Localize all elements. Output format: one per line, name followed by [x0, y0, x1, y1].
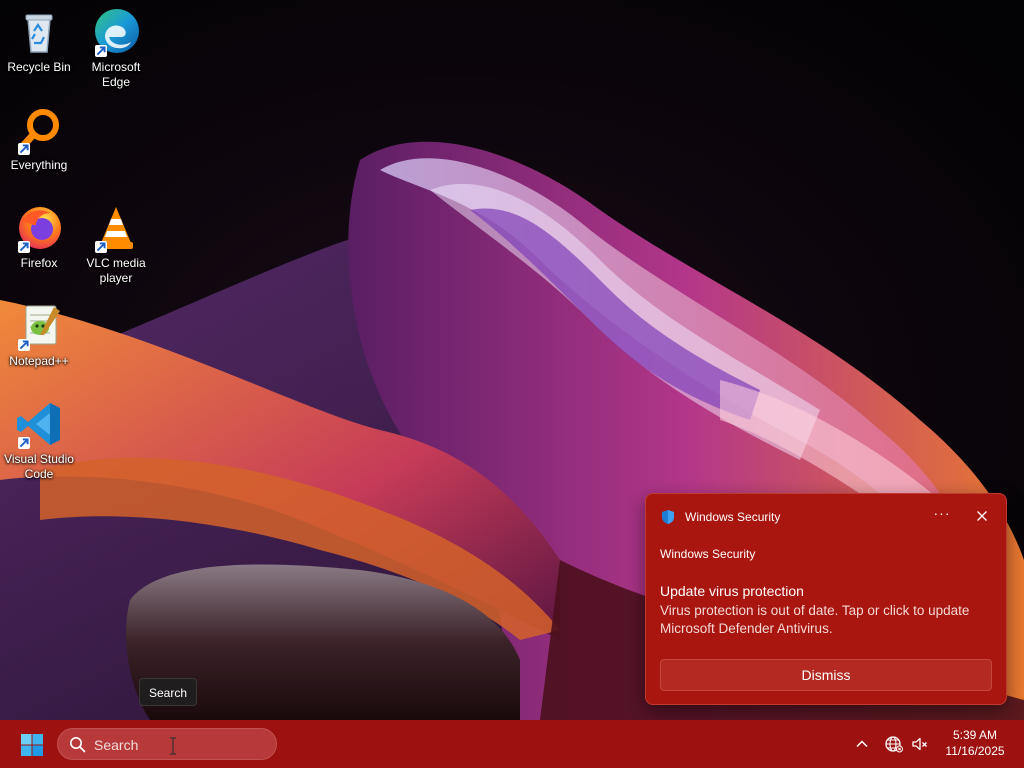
close-notification-button[interactable] — [972, 506, 992, 526]
desktop-icon-microsoft-edge[interactable]: Microsoft Edge — [77, 7, 155, 90]
everything-search-icon — [14, 105, 64, 155]
windows-logo-icon — [21, 734, 43, 756]
close-icon — [977, 511, 987, 521]
recycle-bin-icon — [14, 7, 64, 57]
desktop-icon-label: Notepad++ — [9, 354, 69, 368]
desktop-icon-notepadpp[interactable]: Notepad++ — [0, 301, 78, 369]
start-button[interactable] — [20, 733, 44, 757]
dismiss-button[interactable]: Dismiss — [660, 659, 992, 691]
desktop-icon-vscode[interactable]: Visual Studio Code — [0, 399, 78, 482]
desktop-icon-label: VLC media player — [86, 256, 146, 285]
shortcut-arrow-icon — [95, 45, 107, 57]
more-options-button[interactable]: ··· — [932, 506, 952, 524]
search-placeholder: Search — [94, 737, 139, 753]
clock-date: 11/16/2025 — [945, 744, 1005, 758]
vlc-icon — [91, 203, 141, 253]
windows-security-notification[interactable]: Windows Security ··· Windows Security Up… — [645, 493, 1007, 705]
taskbar-clock[interactable]: 5:39 AM 11/16/2025 — [937, 727, 1013, 759]
shortcut-arrow-icon — [18, 143, 30, 155]
notification-app-name: Windows Security — [685, 510, 781, 524]
notification-title: Update virus protection — [660, 583, 804, 599]
desktop-icon-everything[interactable]: Everything — [0, 105, 78, 173]
desktop-icon-label: Everything — [10, 158, 68, 172]
desktop-icon-firefox[interactable]: Firefox — [0, 203, 78, 271]
text-cursor-icon — [168, 737, 178, 755]
taskbar-search-box[interactable]: Search — [57, 728, 277, 760]
clock-time: 5:39 AM — [952, 728, 998, 742]
edge-icon — [91, 7, 141, 57]
notepadpp-icon — [14, 301, 64, 351]
taskbar: Search 5:39 AM 11/16/2025 — [0, 720, 1024, 768]
search-tooltip: Search — [139, 678, 198, 706]
shortcut-arrow-icon — [18, 241, 30, 253]
network-button[interactable] — [884, 734, 904, 754]
desktop-icon-vlc[interactable]: VLC media player — [77, 203, 155, 286]
speaker-muted-icon — [912, 737, 927, 751]
shield-icon — [662, 510, 674, 524]
vscode-icon — [14, 399, 64, 449]
desktop-icon-label: Firefox — [20, 256, 58, 270]
shortcut-arrow-icon — [18, 339, 30, 351]
firefox-icon — [14, 203, 64, 253]
globe-icon — [885, 736, 903, 753]
shortcut-arrow-icon — [95, 241, 107, 253]
chevron-up-icon — [856, 740, 868, 748]
desktop-icon-recycle-bin[interactable]: Recycle Bin — [0, 7, 78, 75]
desktop-icon-label: Visual Studio Code — [4, 452, 74, 481]
search-icon — [69, 736, 86, 753]
notification-header: Windows Security — [660, 508, 780, 526]
desktop-icon-label: Recycle Bin — [7, 60, 71, 74]
show-hidden-icons-button[interactable] — [852, 734, 872, 754]
volume-button[interactable] — [910, 734, 930, 754]
desktop-icon-label: Microsoft Edge — [91, 60, 141, 89]
notification-attribution: Windows Security — [660, 547, 756, 561]
notification-body[interactable]: Virus protection is out of date. Tap or … — [660, 602, 995, 638]
shortcut-arrow-icon — [18, 437, 30, 449]
